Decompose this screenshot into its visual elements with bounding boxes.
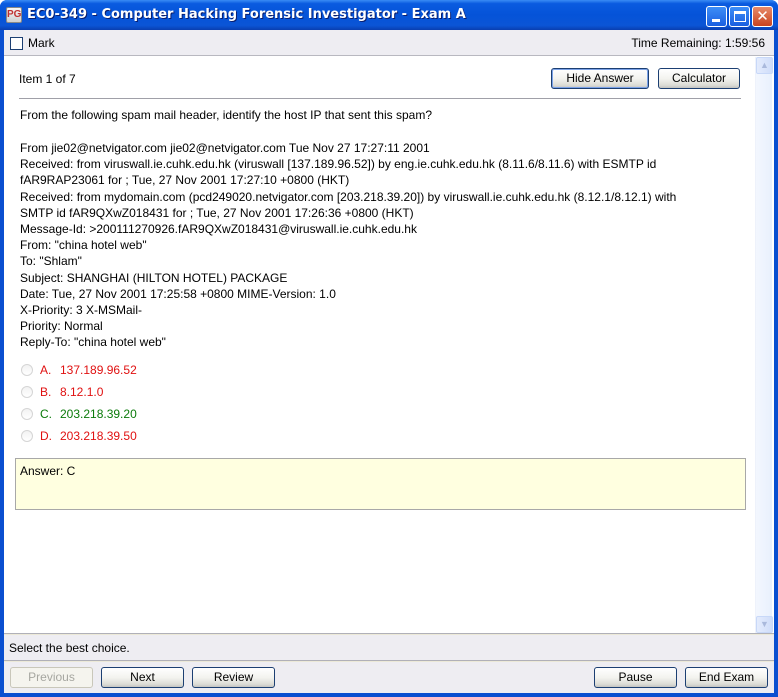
app-logo-icon: PG	[6, 7, 22, 23]
mail-header-line: fAR9RAP23061 for ; Tue, 27 Nov 2001 17:2…	[20, 173, 350, 188]
scroll-down-button[interactable]: ▼	[756, 616, 773, 633]
navigation-bar: Previous Next Review Pause End Exam	[4, 662, 774, 693]
status-bar: Select the best choice.	[4, 635, 774, 661]
scroll-up-button[interactable]: ▲	[756, 57, 773, 74]
mail-header-line: Received: from mydomain.com (pcd249020.n…	[20, 189, 677, 204]
answer-box: Answer: C	[15, 458, 746, 510]
mark-checkbox[interactable]	[10, 37, 23, 50]
mail-header-line: From: "china hotel web"	[20, 238, 147, 253]
minimize-icon	[712, 19, 720, 22]
close-button[interactable]: ✕	[752, 6, 773, 27]
previous-button[interactable]: Previous	[10, 667, 93, 688]
mail-header-line: X-Priority: 3 X-MSMail-	[20, 303, 143, 318]
choice-text: 203.218.39.20	[60, 407, 137, 421]
choice-letter: A.	[40, 363, 52, 377]
mail-header-line: To: "Shlam"	[20, 254, 82, 269]
client-area: Mark Time Remaining: 1:59:56 Item 1 of 7…	[4, 30, 774, 693]
radio-button[interactable]	[21, 430, 33, 442]
end-exam-button[interactable]: End Exam	[685, 667, 768, 688]
question-text: From the following spam mail header, ide…	[20, 108, 432, 122]
choice-letter: B.	[40, 385, 52, 399]
mail-header: From jie02@netvigator.com jie02@netvigat…	[20, 140, 676, 351]
pause-button[interactable]: Pause	[594, 667, 677, 688]
mail-header-line: Received: from viruswall.ie.cuhk.edu.hk …	[20, 157, 657, 172]
mail-header-line: Date: Tue, 27 Nov 2001 17:25:58 +0800 MI…	[20, 286, 336, 301]
exam-window: PG EC0-349 - Computer Hacking Forensic I…	[0, 0, 778, 697]
chevron-down-icon: ▼	[760, 619, 769, 629]
choice-text: 203.218.39.50	[60, 429, 137, 443]
choice-text: 8.12.1.0	[60, 385, 104, 399]
answer-text: Answer: C	[20, 464, 76, 478]
mail-header-line: Subject: SHANGHAI (HILTON HOTEL) PACKAGE	[20, 270, 288, 285]
close-icon: ✕	[756, 7, 769, 25]
calculator-button[interactable]: Calculator	[658, 68, 740, 89]
choice-letter: D.	[40, 429, 52, 443]
divider	[19, 98, 741, 99]
radio-button[interactable]	[21, 386, 33, 398]
title-bar[interactable]: PG EC0-349 - Computer Hacking Forensic I…	[0, 0, 778, 30]
maximize-button[interactable]	[729, 6, 750, 27]
hide-answer-button[interactable]: Hide Answer	[551, 68, 649, 89]
review-button[interactable]: Review	[192, 667, 275, 688]
maximize-icon	[734, 11, 746, 22]
mail-header-line: Message-Id: >200111270926.fAR9QXwZ018431…	[20, 222, 417, 237]
mail-header-line: Reply-To: "china hotel web"	[20, 335, 166, 350]
top-toolbar: Mark Time Remaining: 1:59:56	[4, 30, 774, 56]
question-panel: Item 1 of 7 Hide Answer Calculator From …	[4, 56, 774, 634]
time-remaining: Time Remaining: 1:59:56	[631, 36, 765, 50]
radio-button[interactable]	[21, 364, 33, 376]
item-counter: Item 1 of 7	[19, 72, 76, 86]
next-button[interactable]: Next	[101, 667, 184, 688]
window-title: EC0-349 - Computer Hacking Forensic Inve…	[27, 7, 466, 22]
radio-button[interactable]	[21, 408, 33, 420]
minimize-button[interactable]	[706, 6, 727, 27]
choice-text: 137.189.96.52	[60, 363, 137, 377]
mail-header-line: SMTP id fAR9QXwZ018431 for ; Tue, 27 Nov…	[20, 205, 414, 220]
mark-label[interactable]: Mark	[28, 36, 55, 50]
mail-header-line: Priority: Normal	[20, 319, 103, 334]
choice-letter: C.	[40, 407, 52, 421]
chevron-up-icon: ▲	[760, 60, 769, 70]
vertical-scrollbar[interactable]: ▲ ▼	[755, 57, 773, 633]
mail-header-line: From jie02@netvigator.com jie02@netvigat…	[20, 141, 430, 155]
status-text: Select the best choice.	[9, 641, 130, 655]
